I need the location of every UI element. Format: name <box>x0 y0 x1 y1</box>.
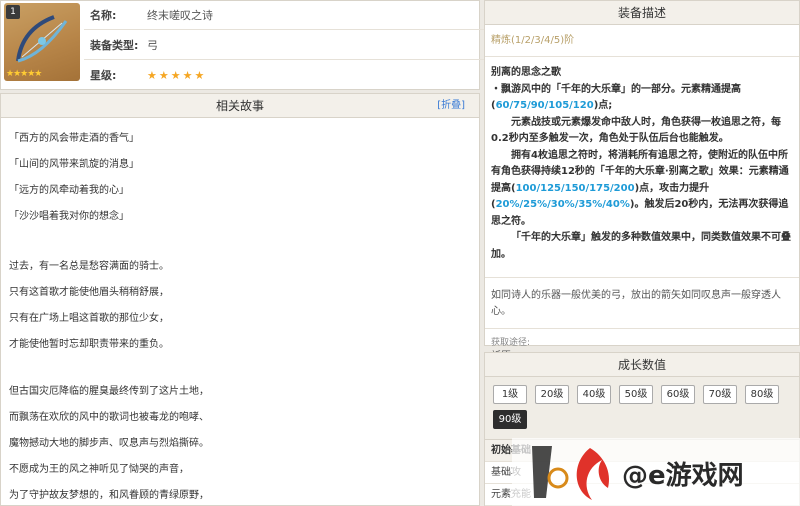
level-button-20[interactable]: 20级 <box>535 385 569 404</box>
growth-table-row: 元素充能 <box>485 484 799 506</box>
growth-title: 成长数值 <box>617 358 666 372</box>
refine-levels: 精炼(1/2/3/4/5)阶 <box>485 31 799 57</box>
flavor-text: 如同诗人的乐器一般优美的弓，放出的箭矢如同叹息声一般穿透人心。 <box>485 277 799 320</box>
skill-block: 别离的思念之歌 ・飘游风中的「千年的大乐章」的一部分。元素精通提高(60/75/… <box>491 57 793 263</box>
level-button-60[interactable]: 60级 <box>661 385 695 404</box>
story-line: 「西方的风会带走酒的香气」 <box>9 133 139 144</box>
desc-body: 精炼(1/2/3/4/5)阶 别离的思念之歌 ・飘游风中的「千年的大乐章」的一部… <box>485 25 799 369</box>
story-panel: 相关故事 [折叠] 「西方的风会带走酒的香气」 「山间的风带来凯旋的消息」 「远… <box>0 93 480 506</box>
type-label: 装备类型: <box>90 38 139 52</box>
weapon-thumbnail: 1 ★★★★★ <box>4 3 80 81</box>
story-body: 「西方的风会带走酒的香气」 「山间的风带来凯旋的消息」 「远方的风牵动着我的心」… <box>1 118 479 506</box>
star-value: ★★★★★ <box>147 68 207 82</box>
story-line: 魔物撼动大地的脚步声、叹息声与烈焰撕碎。 <box>9 438 209 449</box>
item-header: 1 ★★★★★ 名称: 终末嗟叹之诗 装备类型: 弓 星级: ★★★★★ <box>0 0 800 90</box>
story-line: 为了守护故友梦想的，和风眷顾的青绿原野， <box>9 490 209 501</box>
level-button-70[interactable]: 70级 <box>703 385 737 404</box>
growth-title-bar: 成长数值 <box>485 353 799 377</box>
story-line: 但古国灾厄降临的腥臭最终传到了这片土地， <box>9 386 209 397</box>
story-line: 只有在广场上唱这首歌的那位少女， <box>9 313 169 324</box>
story-line: 过去，有一名总是愁容满面的骑士。 <box>9 261 169 272</box>
star-label: 星级: <box>90 69 117 82</box>
desc-title-bar: 装备描述 <box>485 1 799 25</box>
story-line: 「远方的风牵动着我的心」 <box>9 185 129 196</box>
story-line: 「沙沙唱着我对你的想念」 <box>9 211 129 222</box>
growth-table: 初始基础 基础攻 元素充能 <box>485 439 799 506</box>
name-value: 终末嗟叹之诗 <box>147 8 213 22</box>
level-button-40[interactable]: 40级 <box>577 385 611 404</box>
level-button-80[interactable]: 80级 <box>745 385 779 404</box>
skill-para-4: 「千年的大乐章」触发的多种数值效果中，同类数值效果不可叠加。 <box>491 232 791 260</box>
growth-table-row: 基础攻 <box>485 462 799 484</box>
skill-para-2: 元素战技或元素爆发命中敌人时，角色获得一枚追思之符，每0.2秒内至多触发一次，角… <box>491 116 781 145</box>
skill-name: 别离的思念之歌 <box>491 67 561 78</box>
level-button-group: 1级 20级 40级 50级 60级 70级 80级 90级 <box>485 377 799 429</box>
source-label: 获取途径: <box>491 338 531 348</box>
story-line: 而飘荡在欢欣的风中的歌词也被毒龙的咆哮、 <box>9 412 209 423</box>
collapse-link[interactable]: [折叠] <box>437 94 465 118</box>
story-line: 不愿成为王的风之神听见了恸哭的声音， <box>9 464 189 475</box>
level-button-50[interactable]: 50级 <box>619 385 653 404</box>
level-button-90[interactable]: 90级 <box>493 410 527 429</box>
story-line: 「山间的风带来凯旋的消息」 <box>9 159 139 170</box>
desc-title: 装备描述 <box>617 6 666 20</box>
story-line: 才能使他暂时忘却职责带来的重负。 <box>9 339 169 350</box>
rarity-stars: ★★★★★ <box>6 69 42 79</box>
bow-icon <box>16 15 68 63</box>
equipment-desc-panel: 装备描述 精炼(1/2/3/4/5)阶 别离的思念之歌 ・飘游风中的「千年的大乐… <box>484 0 800 362</box>
story-title: 相关故事 <box>215 99 264 113</box>
type-value: 弓 <box>147 38 158 52</box>
growth-table-header: 初始基础 <box>485 440 799 462</box>
growth-panel: 成长数值 1级 20级 40级 50级 60级 70级 80级 90级 初始基础… <box>484 352 800 506</box>
skill-para-1: ・飘游风中的「千年的大乐章」的一部分。元素精通提高(60/75/90/105/1… <box>491 83 741 112</box>
skill-para-3: 拥有4枚追思之符时，将消耗所有追思之符，使附近的队伍中所有角色获得持续12秒的「… <box>491 149 789 227</box>
story-line: 只有这首歌才能使他眉头稍稍舒展， <box>9 287 169 298</box>
story-title-bar: 相关故事 [折叠] <box>1 94 479 118</box>
level-button-1[interactable]: 1级 <box>493 385 527 404</box>
name-label: 名称: <box>90 8 117 22</box>
